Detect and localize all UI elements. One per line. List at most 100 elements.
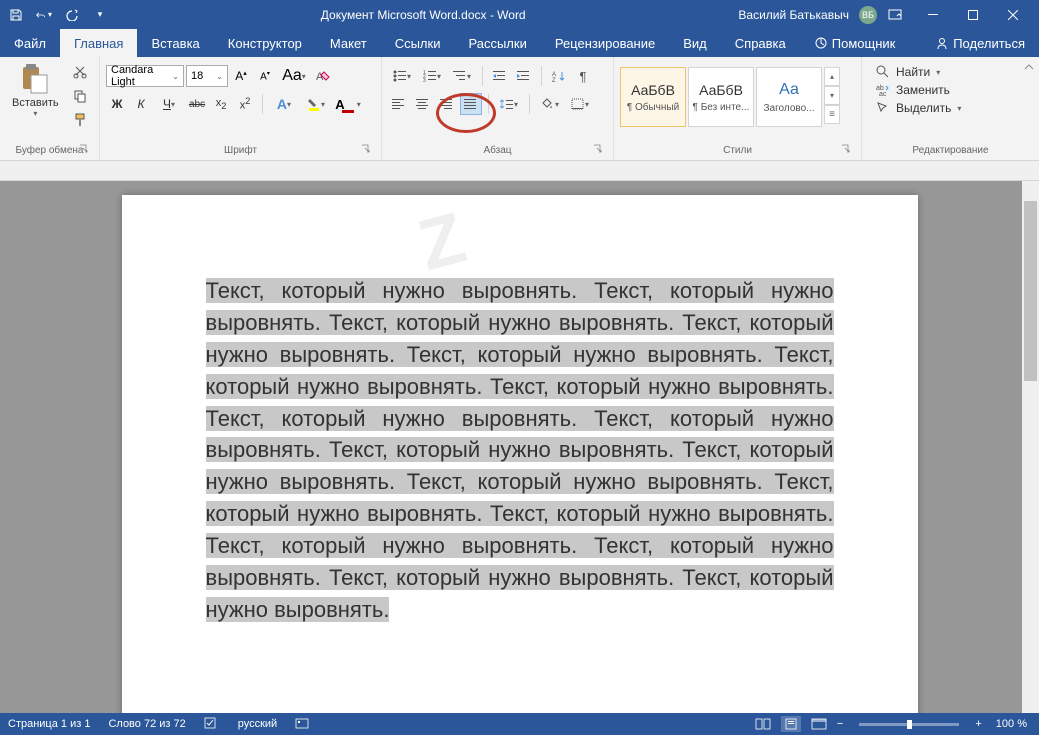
show-marks-button[interactable]: ¶ [572, 65, 594, 87]
cut-button[interactable] [69, 61, 91, 83]
styles-scroll-up[interactable]: ▴ [824, 67, 840, 86]
scrollbar-thumb[interactable] [1024, 201, 1037, 381]
tab-file[interactable]: Файл [0, 29, 60, 57]
superscript-button[interactable]: x2 [234, 93, 256, 115]
collapse-ribbon-icon[interactable] [1023, 61, 1035, 73]
language-status[interactable]: русский [238, 718, 277, 730]
numbering-button[interactable]: 123▾ [418, 65, 446, 87]
read-mode-button[interactable] [753, 716, 773, 732]
close-button[interactable] [993, 0, 1033, 29]
group-styles: АаБбВ ¶ Обычный АаБбВ ¶ Без инте... Аа З… [614, 57, 862, 160]
styles-scroll-down[interactable]: ▾ [824, 86, 840, 105]
status-bar: Страница 1 из 1 Слово 72 из 72 русский −… [0, 713, 1039, 735]
align-center-button[interactable] [412, 93, 434, 115]
tab-help[interactable]: Справка [721, 29, 800, 57]
user-avatar[interactable]: ВБ [859, 6, 877, 24]
word-count[interactable]: Слово 72 из 72 [108, 718, 185, 730]
tab-review[interactable]: Рецензирование [541, 29, 669, 57]
document-body[interactable]: Текст, который нужно выровнять. Текст, к… [206, 275, 834, 626]
save-icon[interactable] [8, 7, 24, 23]
styles-expand[interactable]: ≡ [824, 105, 840, 124]
paste-icon [19, 63, 51, 95]
zoom-slider[interactable] [859, 723, 959, 726]
tab-insert[interactable]: Вставка [137, 29, 213, 57]
tab-layout[interactable]: Макет [316, 29, 381, 57]
format-painter-button[interactable] [69, 109, 91, 131]
zoom-level[interactable]: 100 % [996, 718, 1027, 730]
tab-mailings[interactable]: Рассылки [454, 29, 540, 57]
styles-dialog-launcher[interactable] [841, 144, 853, 156]
sort-button[interactable]: AZ [548, 65, 570, 87]
line-spacing-button[interactable]: ▾ [495, 93, 523, 115]
align-right-button[interactable] [436, 93, 458, 115]
style-heading1[interactable]: Аа Заголово... [756, 67, 822, 127]
underline-button[interactable]: Ч▾ [154, 93, 184, 115]
grow-font-button[interactable]: A▴ [230, 65, 252, 87]
multilevel-button[interactable]: ▾ [448, 65, 476, 87]
share-button[interactable]: Поделиться [921, 29, 1039, 57]
paragraph-dialog-launcher[interactable] [593, 144, 605, 156]
text-effects-button[interactable]: A▾ [269, 93, 299, 115]
find-button[interactable]: Найти▾ [876, 65, 961, 79]
spell-check-icon[interactable] [204, 716, 220, 732]
document-area[interactable]: Z Z Текст, который нужно выровнять. Текс… [0, 181, 1039, 713]
font-dialog-launcher[interactable] [361, 144, 373, 156]
redo-icon[interactable] [64, 7, 80, 23]
page: Текст, который нужно выровнять. Текст, к… [122, 195, 918, 713]
subscript-button[interactable]: x2 [210, 93, 232, 115]
web-layout-button[interactable] [809, 716, 829, 732]
select-button[interactable]: Выделить▾ [876, 101, 961, 115]
print-layout-button[interactable] [781, 716, 801, 732]
ribbon-tabs: Файл Главная Вставка Конструктор Макет С… [0, 29, 1039, 57]
paste-button[interactable]: Вставить ▾ [6, 61, 65, 120]
style-no-spacing[interactable]: АаБбВ ¶ Без инте... [688, 67, 754, 127]
qat-customize-icon[interactable]: ▾ [92, 7, 108, 23]
tab-tellme[interactable]: Помощник [800, 29, 910, 57]
clear-formatting-button[interactable]: A [312, 65, 334, 87]
copy-button[interactable] [69, 85, 91, 107]
zoom-in-button[interactable]: + [975, 718, 981, 730]
bold-button[interactable]: Ж [106, 93, 128, 115]
change-case-button[interactable]: Aa▾ [278, 65, 310, 87]
font-name-combo[interactable]: Candara Light⌄ [106, 65, 184, 87]
tab-view[interactable]: Вид [669, 29, 721, 57]
highlight-button[interactable]: ▾ [301, 93, 331, 115]
replace-button[interactable]: abacЗаменить [876, 83, 961, 97]
bullets-button[interactable]: ▾ [388, 65, 416, 87]
group-clipboard: Вставить ▾ Буфер обмена [0, 57, 100, 160]
italic-button[interactable]: К [130, 93, 152, 115]
macro-icon[interactable] [295, 716, 311, 732]
decrease-indent-button[interactable] [489, 65, 511, 87]
ruler [0, 161, 1039, 181]
zoom-out-button[interactable]: − [837, 718, 843, 730]
font-size-combo[interactable]: 18⌄ [186, 65, 228, 87]
page-status[interactable]: Страница 1 из 1 [8, 718, 90, 730]
tab-design[interactable]: Конструктор [214, 29, 316, 57]
font-color-button[interactable]: A▾ [333, 93, 363, 115]
maximize-button[interactable] [953, 0, 993, 29]
undo-icon[interactable]: ▾ [36, 7, 52, 23]
window-title: Документ Microsoft Word.docx - Word [108, 8, 738, 22]
align-left-button[interactable] [388, 93, 410, 115]
user-name[interactable]: Василий Батькавыч [738, 8, 849, 22]
shrink-font-button[interactable]: A▾ [254, 65, 276, 87]
tab-home[interactable]: Главная [60, 29, 137, 57]
group-font: Candara Light⌄ 18⌄ A▴ A▾ Aa▾ A Ж К Ч▾ ab… [100, 57, 382, 160]
ribbon: Вставить ▾ Буфер обмена Candara Light⌄ 1… [0, 57, 1039, 161]
borders-button[interactable]: ▾ [566, 93, 594, 115]
strikethrough-button[interactable]: abc [186, 93, 208, 115]
style-normal[interactable]: АаБбВ ¶ Обычный [620, 67, 686, 127]
shading-button[interactable]: ▾ [536, 93, 564, 115]
clipboard-dialog-launcher[interactable] [79, 144, 91, 156]
title-bar: ▾ ▾ Документ Microsoft Word.docx - Word … [0, 0, 1039, 29]
ribbon-display-icon[interactable] [887, 7, 903, 23]
group-editing: Найти▾ abacЗаменить Выделить▾ Редактиров… [862, 57, 1039, 160]
tab-references[interactable]: Ссылки [381, 29, 455, 57]
justify-button[interactable] [460, 93, 482, 115]
increase-indent-button[interactable] [513, 65, 535, 87]
vertical-scrollbar[interactable] [1022, 181, 1039, 713]
minimize-button[interactable] [913, 0, 953, 29]
group-clipboard-label: Буфер обмена [16, 145, 84, 156]
svg-text:ac: ac [879, 91, 887, 97]
group-styles-label: Стили [723, 145, 752, 156]
